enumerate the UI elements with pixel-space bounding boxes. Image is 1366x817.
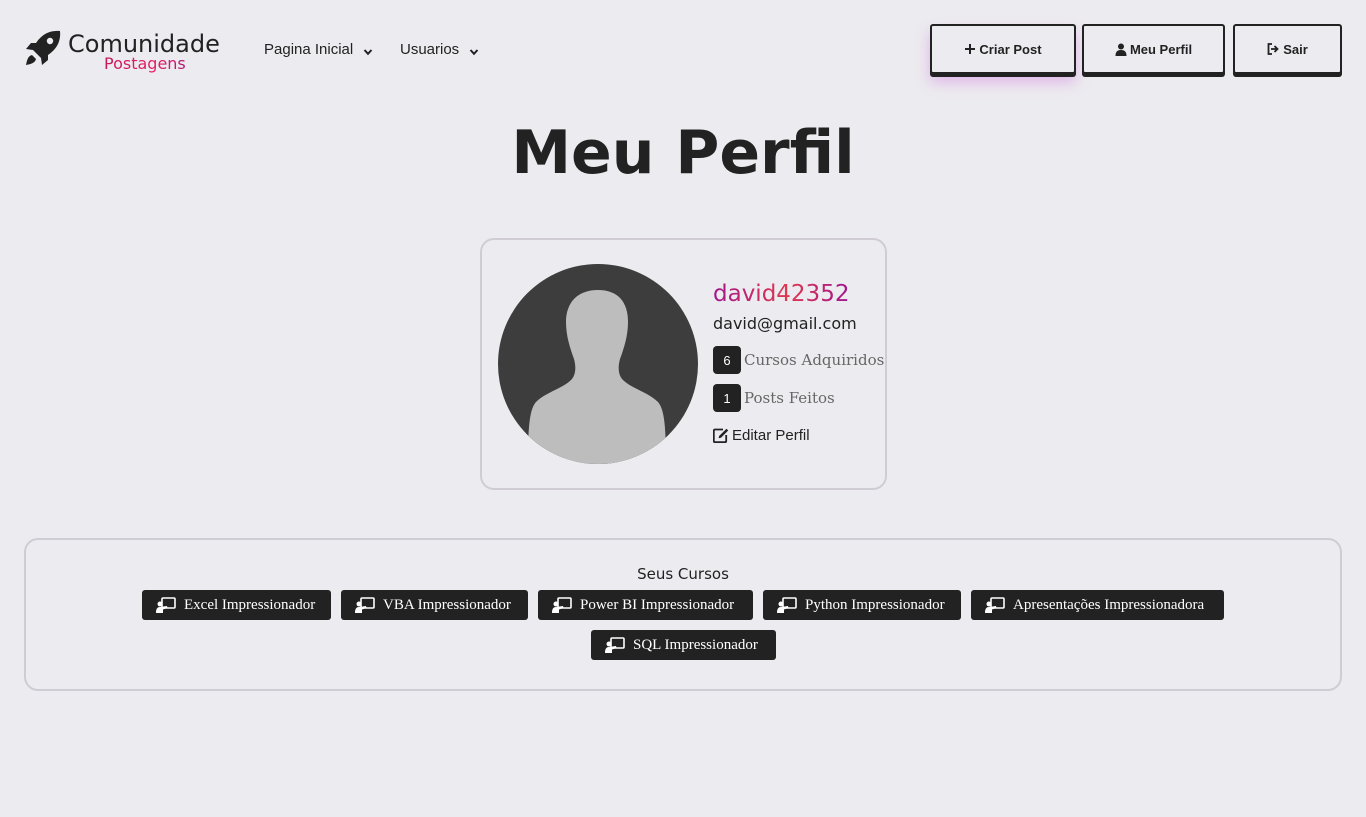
meu-perfil-label: Meu Perfil <box>1129 41 1193 57</box>
sair-button[interactable]: Sair <box>1233 24 1342 74</box>
courses-title: Seus Cursos <box>637 565 729 583</box>
profile-email: david@gmail.com <box>713 314 857 333</box>
courses-card: Seus Cursos Excel Impressionador VBA Imp… <box>24 538 1342 691</box>
chalkboard-teacher-icon <box>985 597 1005 613</box>
nav-label: Usuarios <box>400 40 460 58</box>
user-icon <box>1115 43 1127 56</box>
editar-perfil-link[interactable]: Editar Perfil <box>713 427 810 444</box>
stat-count-badge: 1 <box>713 384 741 412</box>
course-badge[interactable]: Excel Impressionador <box>142 590 331 620</box>
edit-icon <box>713 428 729 443</box>
brand-subtitle: Postagens <box>104 54 186 73</box>
brand-logo[interactable]: Comunidade Postagens <box>24 29 234 75</box>
plus-icon <box>964 43 976 55</box>
course-badge[interactable]: Apresentações Impressionadora <box>971 590 1224 620</box>
navbar: Comunidade Postagens Pagina Inicial Usua… <box>0 0 1366 96</box>
course-badge[interactable]: VBA Impressionador <box>341 590 528 620</box>
stat-posts-feitos: 1 Posts Feitos <box>713 384 835 412</box>
stat-label: Posts Feitos <box>744 389 835 407</box>
page-title: Meu Perfil <box>511 118 855 188</box>
stat-cursos-adquiridos: 6 Cursos Adquiridos <box>713 346 884 374</box>
chalkboard-teacher-icon <box>156 597 176 613</box>
sair-label: Sair <box>1283 41 1308 57</box>
meu-perfil-button[interactable]: Meu Perfil <box>1082 24 1225 74</box>
course-label: Python Impressionador <box>805 596 945 613</box>
chalkboard-teacher-icon <box>605 637 625 653</box>
profile-username: david42352 <box>713 281 850 307</box>
chalkboard-teacher-icon <box>777 597 797 613</box>
course-label: SQL Impressionador <box>633 636 758 653</box>
chalkboard-teacher-icon <box>355 597 375 613</box>
nav-label: Pagina Inicial <box>264 40 354 58</box>
course-label: Power BI Impressionador <box>580 596 735 613</box>
editar-perfil-label: Editar Perfil <box>732 427 810 444</box>
stat-count-badge: 6 <box>713 346 741 374</box>
user-silhouette-icon <box>528 290 666 464</box>
nav-dropdown-usuarios[interactable]: Usuarios <box>400 38 479 60</box>
course-label: VBA Impressionador <box>383 596 511 613</box>
profile-card: david42352 david@gmail.com 6 Cursos Adqu… <box>480 238 887 490</box>
course-badge[interactable]: SQL Impressionador <box>591 630 776 660</box>
course-badge[interactable]: Power BI Impressionador <box>538 590 753 620</box>
chalkboard-teacher-icon <box>552 597 572 613</box>
criar-post-label: Criar Post <box>979 41 1042 57</box>
chevron-down-icon <box>363 44 373 56</box>
course-label: Excel Impressionador <box>184 596 316 613</box>
chevron-down-icon <box>469 44 479 56</box>
course-label: Apresentações Impressionadora <box>1013 596 1205 613</box>
nav-dropdown-pagina-inicial[interactable]: Pagina Inicial <box>264 38 373 60</box>
rocket-icon <box>24 29 62 67</box>
avatar <box>498 264 698 464</box>
stat-label: Cursos Adquiridos <box>744 351 885 369</box>
sign-out-icon <box>1267 43 1280 55</box>
course-badge[interactable]: Python Impressionador <box>763 590 961 620</box>
criar-post-button[interactable]: Criar Post <box>930 24 1076 74</box>
